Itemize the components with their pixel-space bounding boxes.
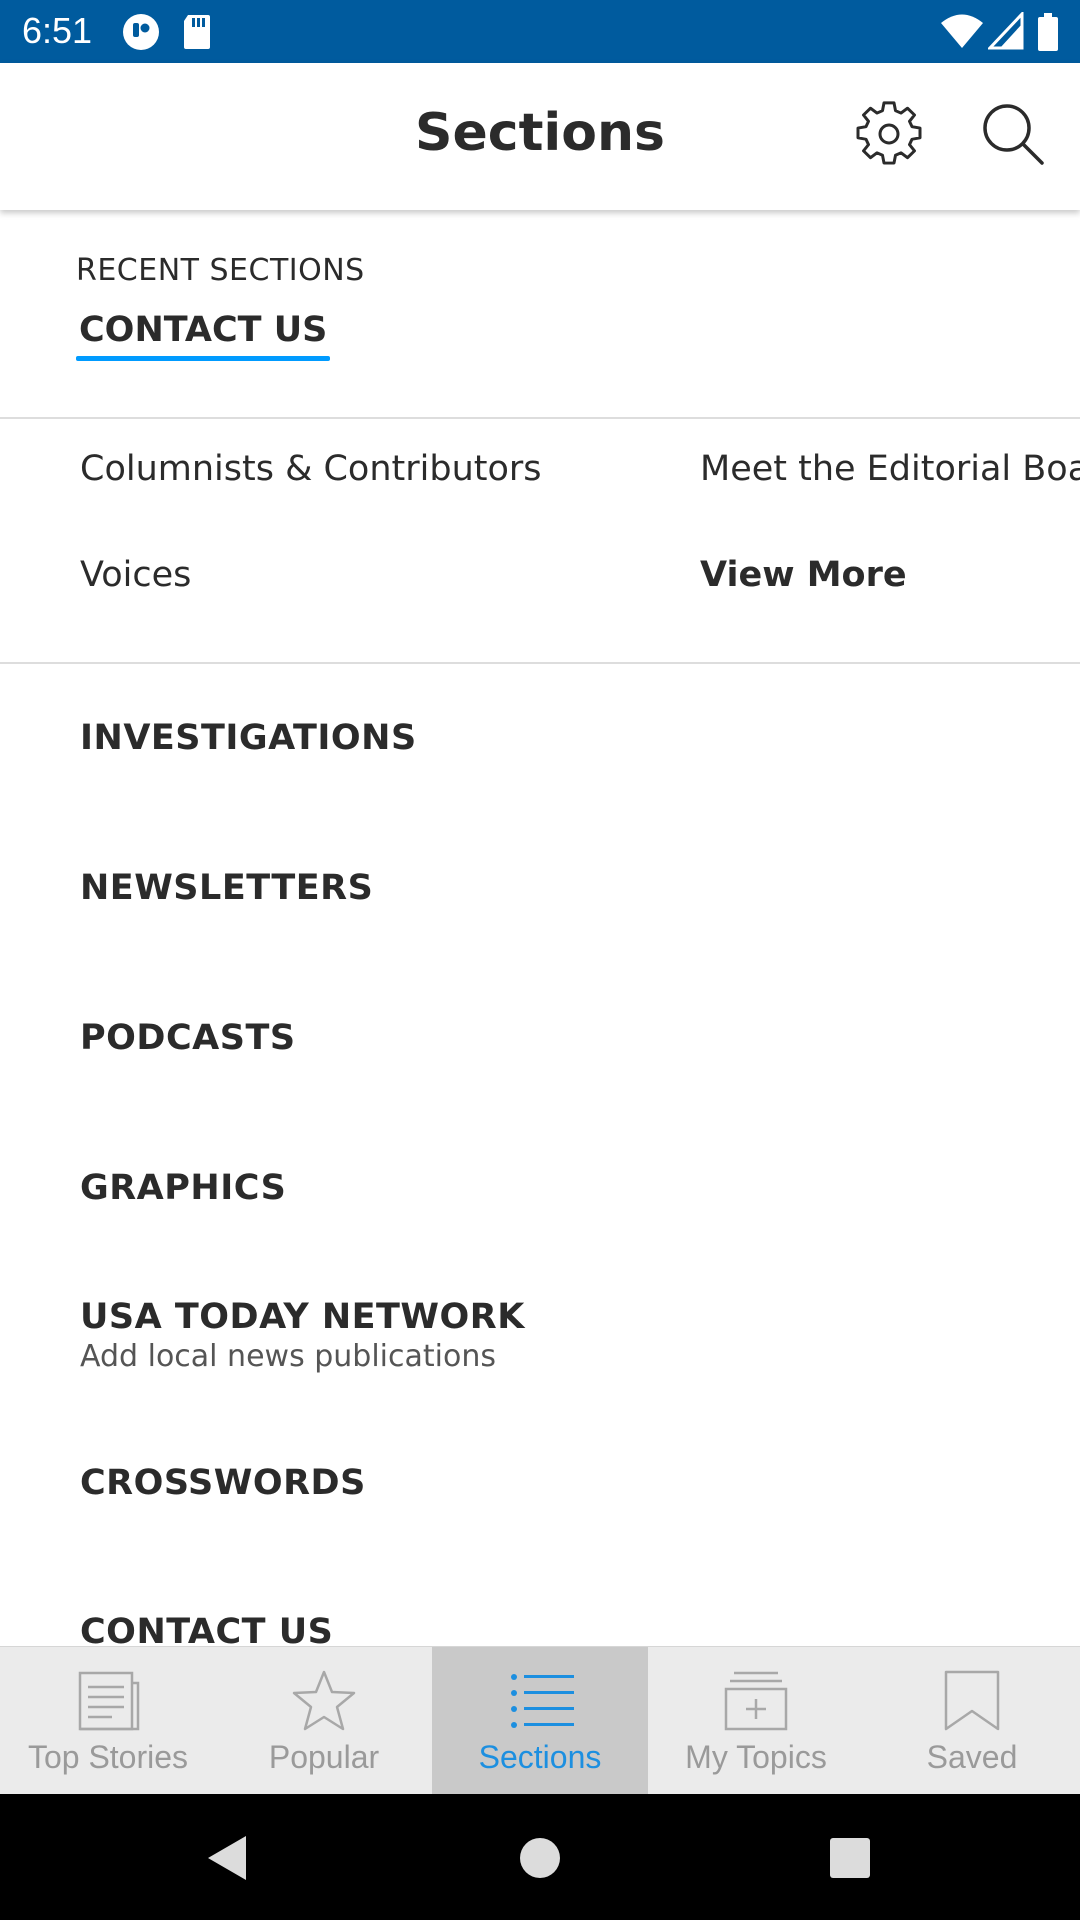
- section-name: GRAPHICS: [80, 1168, 287, 1208]
- section-item-contact-us[interactable]: CONTACT US: [80, 1612, 333, 1646]
- tab-sections[interactable]: Sections: [432, 1647, 648, 1795]
- tab-saved[interactable]: Saved: [864, 1647, 1080, 1795]
- recent-section-chip[interactable]: CONTACT US: [76, 310, 331, 361]
- recent-sections: RECENT SECTIONS CONTACT US: [0, 210, 1080, 419]
- section-name: PODCASTS: [80, 1018, 296, 1058]
- selected-underline: [76, 356, 331, 361]
- sublink-voices[interactable]: Voices: [80, 555, 191, 595]
- section-name: CONTACT US: [80, 1612, 334, 1646]
- app-header: Sections: [0, 63, 1080, 210]
- section-item-usa-today-network[interactable]: USA TODAY NETWORK Add local news publica…: [80, 1297, 525, 1374]
- tab-label: Popular: [268, 1739, 380, 1775]
- tab-label: Sections: [478, 1739, 602, 1775]
- recent-section-label: CONTACT US: [79, 310, 328, 350]
- status-time: 6:51: [22, 10, 93, 51]
- wifi-icon: [941, 14, 983, 48]
- sim-card-icon: [123, 14, 159, 50]
- tab-label: Saved: [926, 1739, 1018, 1775]
- system-navigation-bar: [0, 1794, 1080, 1920]
- list-icon: [511, 1674, 574, 1728]
- back-icon[interactable]: [198, 1830, 254, 1886]
- gear-icon[interactable]: [856, 101, 922, 167]
- tab-top-stories[interactable]: Top Stories: [0, 1647, 216, 1795]
- tab-popular[interactable]: Popular: [216, 1647, 432, 1795]
- bottom-navigation: Top Stories Popular Sections My Topics S…: [0, 1646, 1080, 1795]
- bookmark-icon: [944, 1670, 1000, 1731]
- recents-icon[interactable]: [822, 1830, 878, 1886]
- status-bar: 6:51: [0, 0, 1080, 63]
- view-more-link[interactable]: View More: [700, 555, 907, 595]
- tab-my-topics[interactable]: My Topics: [648, 1647, 864, 1795]
- sublink-columnists[interactable]: Columnists & Contributors: [80, 449, 542, 489]
- sd-card-icon: [184, 15, 210, 49]
- cell-signal-icon: [988, 12, 1024, 50]
- section-item-crosswords[interactable]: CROSSWORDS: [80, 1463, 366, 1503]
- search-icon[interactable]: [980, 101, 1046, 167]
- newspaper-icon: [78, 1671, 140, 1731]
- section-item-newsletters[interactable]: NEWSLETTERS: [80, 868, 373, 908]
- tab-label: Top Stories: [27, 1739, 189, 1775]
- section-subtitle: Add local news publications: [80, 1339, 496, 1374]
- section-name: USA TODAY NETWORK: [80, 1297, 525, 1337]
- section-sublinks: Columnists & Contributors Meet the Edito…: [0, 419, 1080, 664]
- battery-icon: [1038, 13, 1058, 51]
- section-name: CROSSWORDS: [80, 1463, 366, 1503]
- home-icon[interactable]: [512, 1830, 568, 1886]
- star-icon: [292, 1670, 356, 1731]
- recent-sections-label: RECENT SECTIONS: [76, 253, 365, 288]
- section-item-podcasts[interactable]: PODCASTS: [80, 1018, 296, 1058]
- sections-list: INVESTIGATIONS NEWSLETTERS PODCASTS GRAP…: [0, 664, 1080, 1646]
- section-item-investigations[interactable]: INVESTIGATIONS: [80, 718, 417, 758]
- section-name: INVESTIGATIONS: [80, 718, 417, 758]
- section-item-graphics[interactable]: GRAPHICS: [80, 1168, 286, 1208]
- section-name: NEWSLETTERS: [80, 868, 374, 908]
- add-topic-icon: [724, 1671, 788, 1731]
- sublink-editorial-board[interactable]: Meet the Editorial Boa: [700, 449, 1080, 489]
- tab-label: My Topics: [685, 1739, 827, 1775]
